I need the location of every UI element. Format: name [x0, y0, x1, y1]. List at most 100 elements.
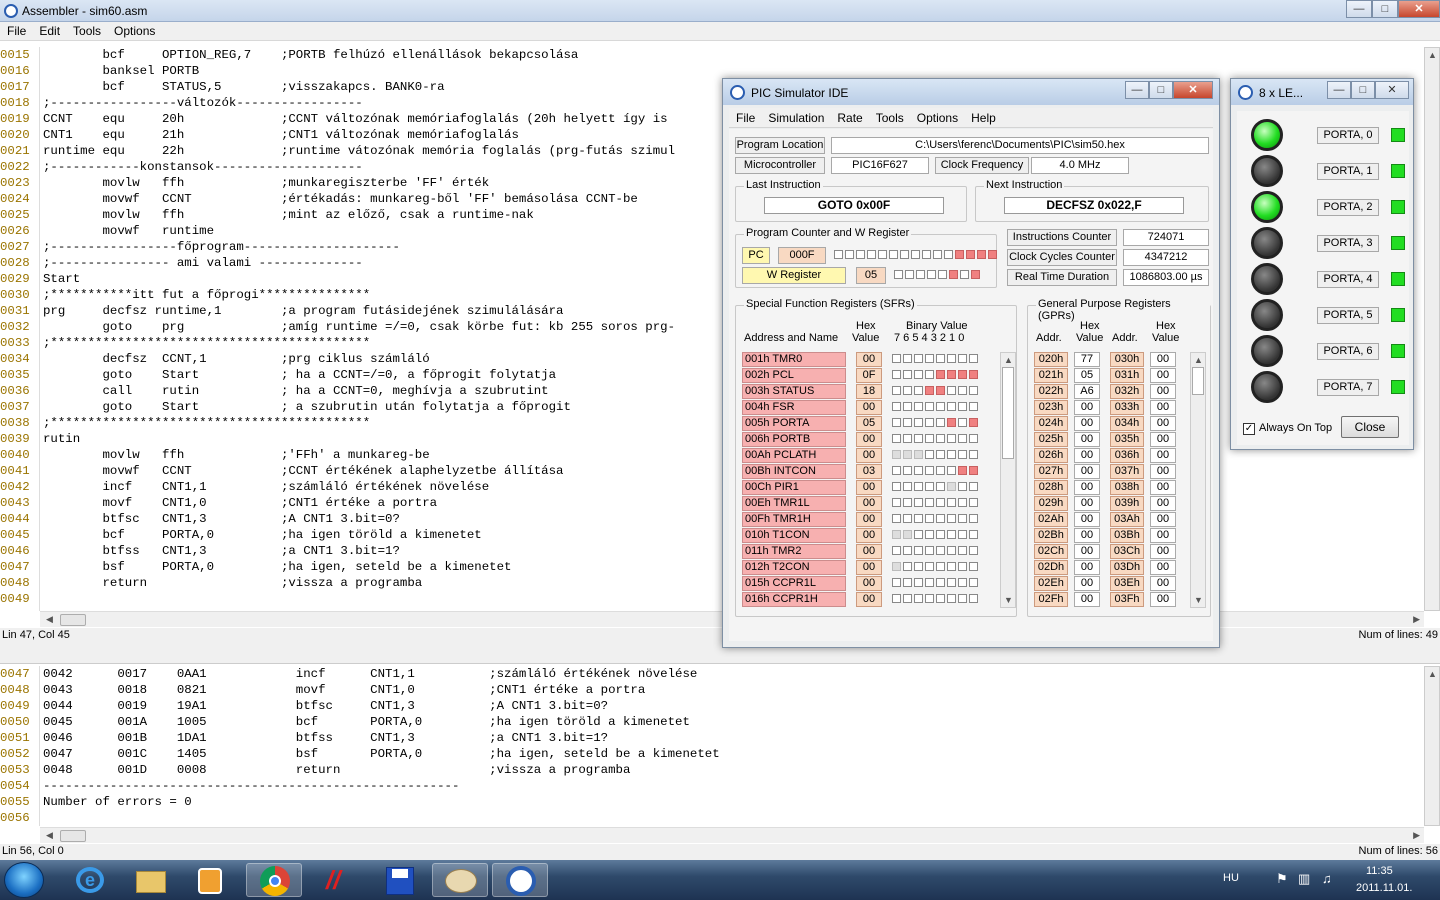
sfr-bit[interactable] [969, 514, 978, 523]
gpr-value[interactable]: 77 [1074, 352, 1100, 367]
sim-minimize-button[interactable]: — [1125, 81, 1149, 99]
menu-file[interactable]: File [0, 22, 32, 40]
sfr-bit[interactable] [903, 594, 912, 603]
sfr-bit[interactable] [947, 434, 956, 443]
sfr-bit[interactable] [936, 354, 945, 363]
sfr-bit[interactable] [925, 418, 934, 427]
code-line[interactable]: Number of errors = 0 [43, 794, 1423, 810]
gpr-vscroll-thumb[interactable] [1192, 367, 1204, 395]
sfr-bit[interactable] [936, 370, 945, 379]
sfr-bit[interactable] [903, 386, 912, 395]
sfr-bit[interactable] [958, 546, 967, 555]
led-maximize-button[interactable]: □ [1351, 81, 1375, 99]
gpr-value[interactable]: A6 [1074, 384, 1100, 399]
sfr-bit[interactable] [947, 546, 956, 555]
sfr-bit[interactable] [892, 418, 901, 427]
gpr-value[interactable]: 00 [1150, 512, 1176, 527]
code-line[interactable]: bcf OPTION_REG,7 ;PORTB felhúzó ellenáll… [43, 47, 1423, 63]
gpr-value[interactable]: 00 [1150, 528, 1176, 543]
menu-options[interactable]: Options [107, 22, 161, 40]
sfr-bit[interactable] [892, 482, 901, 491]
sfr-bit[interactable] [958, 466, 967, 475]
gpr-value[interactable]: 00 [1074, 576, 1100, 591]
sfr-bit[interactable] [903, 530, 912, 539]
sfr-bit[interactable] [892, 530, 901, 539]
sfr-bit[interactable] [914, 514, 923, 523]
sfr-bit[interactable] [925, 466, 934, 475]
sfr-bit[interactable] [936, 546, 945, 555]
sfr-bit[interactable] [925, 434, 934, 443]
sfr-bit[interactable] [925, 498, 934, 507]
sfr-bit[interactable] [947, 530, 956, 539]
sim-menu-rate[interactable]: Rate [830, 108, 868, 127]
sfr-bit[interactable] [903, 578, 912, 587]
maximize-button[interactable]: □ [1372, 0, 1398, 18]
sfr-bit[interactable] [958, 562, 967, 571]
sfr-bit[interactable] [914, 450, 923, 459]
gpr-value[interactable]: 00 [1074, 560, 1100, 575]
gpr-value[interactable]: 00 [1150, 560, 1176, 575]
sfr-bit[interactable] [936, 450, 945, 459]
sim-menu-simulation[interactable]: Simulation [761, 108, 830, 127]
sfr-bit[interactable] [969, 354, 978, 363]
menu-edit[interactable]: Edit [32, 22, 66, 40]
sfr-bit[interactable] [936, 466, 945, 475]
sfr-bit[interactable] [925, 482, 934, 491]
sfr-bit[interactable] [947, 578, 956, 587]
sfr-bit[interactable] [903, 498, 912, 507]
code-line[interactable]: banksel PORTB [43, 63, 1423, 79]
sfr-bit[interactable] [925, 386, 934, 395]
sfr-bit[interactable] [925, 354, 934, 363]
sfr-bit[interactable] [925, 546, 934, 555]
sfr-bit[interactable] [914, 386, 923, 395]
sfr-bit[interactable] [892, 562, 901, 571]
sfr-bit[interactable] [969, 402, 978, 411]
listing-hscroll[interactable]: ◀ ▶ [40, 827, 1424, 843]
network-icon[interactable]: ▥ [1298, 871, 1310, 887]
sfr-bit[interactable] [892, 354, 901, 363]
sfr-bit[interactable] [958, 434, 967, 443]
editor-hscroll-thumb[interactable] [60, 614, 86, 626]
gpr-value[interactable]: 00 [1074, 400, 1100, 415]
gpr-value[interactable]: 00 [1074, 512, 1100, 527]
code-line[interactable]: 0045 001A 1005 bcf PORTA,0 ;ha igen törö… [43, 714, 1423, 730]
sfr-bit[interactable] [914, 354, 923, 363]
sfr-bit[interactable] [914, 418, 923, 427]
sfr-bit[interactable] [892, 546, 901, 555]
sfr-bit[interactable] [958, 482, 967, 491]
sfr-bit[interactable] [947, 562, 956, 571]
led-close-button[interactable]: Close [1341, 416, 1399, 438]
sfr-bit[interactable] [936, 562, 945, 571]
listing-vscroll[interactable]: ▲ [1424, 666, 1440, 826]
sfr-bit[interactable] [892, 578, 901, 587]
sfr-bit[interactable] [914, 482, 923, 491]
gpr-value[interactable]: 00 [1150, 400, 1176, 415]
sfr-bit[interactable] [925, 594, 934, 603]
sim-close-button[interactable]: ✕ [1173, 81, 1213, 99]
sfr-bit[interactable] [892, 514, 901, 523]
sfr-bit[interactable] [914, 530, 923, 539]
pic-simulator-icon[interactable] [492, 863, 548, 897]
sfr-bit[interactable] [969, 530, 978, 539]
code-line[interactable]: 0046 001B 1DA1 btfss CNT1,3 ;a CNT1 3.bi… [43, 730, 1423, 746]
sfr-bit[interactable] [914, 546, 923, 555]
gpr-value[interactable]: 00 [1150, 496, 1176, 511]
gpr-value[interactable]: 00 [1150, 464, 1176, 479]
sfr-bit[interactable] [936, 578, 945, 587]
sfr-bit[interactable] [958, 578, 967, 587]
led-close-x-button[interactable]: ✕ [1375, 81, 1409, 99]
sfr-bit[interactable] [903, 434, 912, 443]
sfr-bit[interactable] [947, 514, 956, 523]
gpr-vscroll[interactable]: ▲ ▼ [1190, 352, 1206, 608]
sfr-bit[interactable] [903, 402, 912, 411]
start-orb-icon[interactable] [4, 862, 44, 898]
sfr-bit[interactable] [903, 466, 912, 475]
sfr-bit[interactable] [903, 418, 912, 427]
splitter[interactable] [0, 644, 1440, 664]
sfr-bit[interactable] [947, 466, 956, 475]
sfr-bit[interactable] [925, 562, 934, 571]
sfr-bit[interactable] [892, 466, 901, 475]
sfr-bit[interactable] [925, 578, 934, 587]
sfr-bit[interactable] [903, 450, 912, 459]
sim-menu-options[interactable]: Options [910, 108, 964, 127]
